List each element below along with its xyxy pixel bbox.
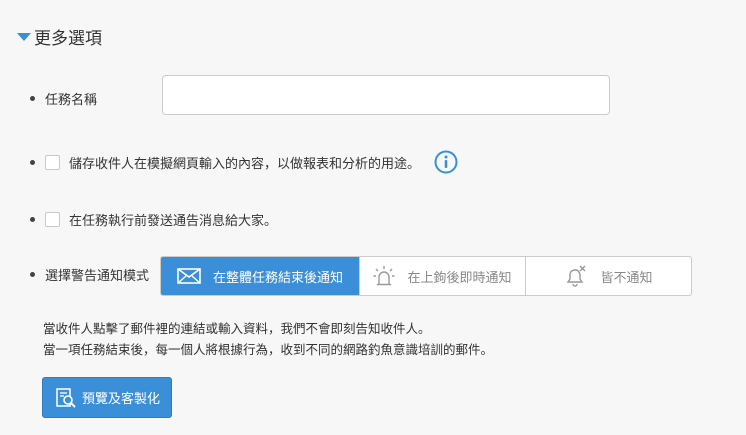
alert-option-after-task[interactable]: 在整體任務結束後通知 (161, 257, 359, 295)
description-line: 當一項任務結束後，每一個人將根據行為，收到不同的網路釣魚意識培訓的郵件。 (43, 342, 494, 357)
triangle-down-icon (17, 32, 31, 41)
store-input-checkbox[interactable] (45, 154, 60, 170)
preview-button-label: 預覽及客製化 (81, 392, 160, 407)
alert-mode-label: 選擇警告通知模式 (45, 269, 150, 284)
alert-option-realtime[interactable]: 在上鉤後即時通知 (359, 257, 525, 295)
bullet (30, 159, 35, 165)
bullet (30, 96, 35, 101)
alert-option-none[interactable]: 皆不通知 (525, 257, 691, 295)
notify-before-row: 在任務執行前發送通告消息給大家。 (30, 210, 277, 229)
bullet (30, 272, 35, 277)
notify-before-label: 在任務執行前發送通告消息給大家。 (69, 214, 278, 229)
siren-icon (373, 265, 395, 287)
alert-option-label: 在上鉤後即時通知 (407, 270, 512, 286)
alert-option-label: 在整體任務結束後通知 (212, 270, 343, 286)
preview-icon (54, 386, 78, 410)
alert-mode-row: 選擇警告通知模式 (30, 265, 149, 284)
envelope-icon (177, 268, 201, 284)
notify-before-checkbox[interactable] (45, 212, 60, 227)
alert-description: 當收件人點擊了郵件裡的連結或輸入資料，我們不會即刻告知收件人。 當一項任務結束後… (43, 318, 493, 360)
description-line: 當收件人點擊了郵件裡的連結或輸入資料，我們不會即刻告知收件人。 (43, 321, 431, 336)
task-name-label: 任務名稱 (45, 93, 98, 108)
alert-mode-selector: 在整體任務結束後通知 在上鉤後即時通知 皆不通知 (160, 256, 692, 296)
task-name-input[interactable] (162, 75, 610, 115)
alert-option-label: 皆不通知 (600, 270, 653, 286)
section-title: 更多選項 (34, 29, 102, 49)
preview-customize-button[interactable]: 預覽及客製化 (42, 377, 172, 418)
store-input-label: 儲存收件人在模擬網頁輸入的內容，以做報表和分析的用途。 (69, 156, 421, 172)
bullet (30, 217, 35, 222)
bell-off-icon (564, 264, 588, 288)
task-name-row: 任務名稱 (30, 89, 97, 108)
store-input-row: 儲存收件人在模擬網頁輸入的內容，以做報表和分析的用途。 (30, 150, 458, 174)
more-options-toggle[interactable]: 更多選項 (17, 24, 102, 49)
info-icon[interactable] (434, 150, 458, 174)
